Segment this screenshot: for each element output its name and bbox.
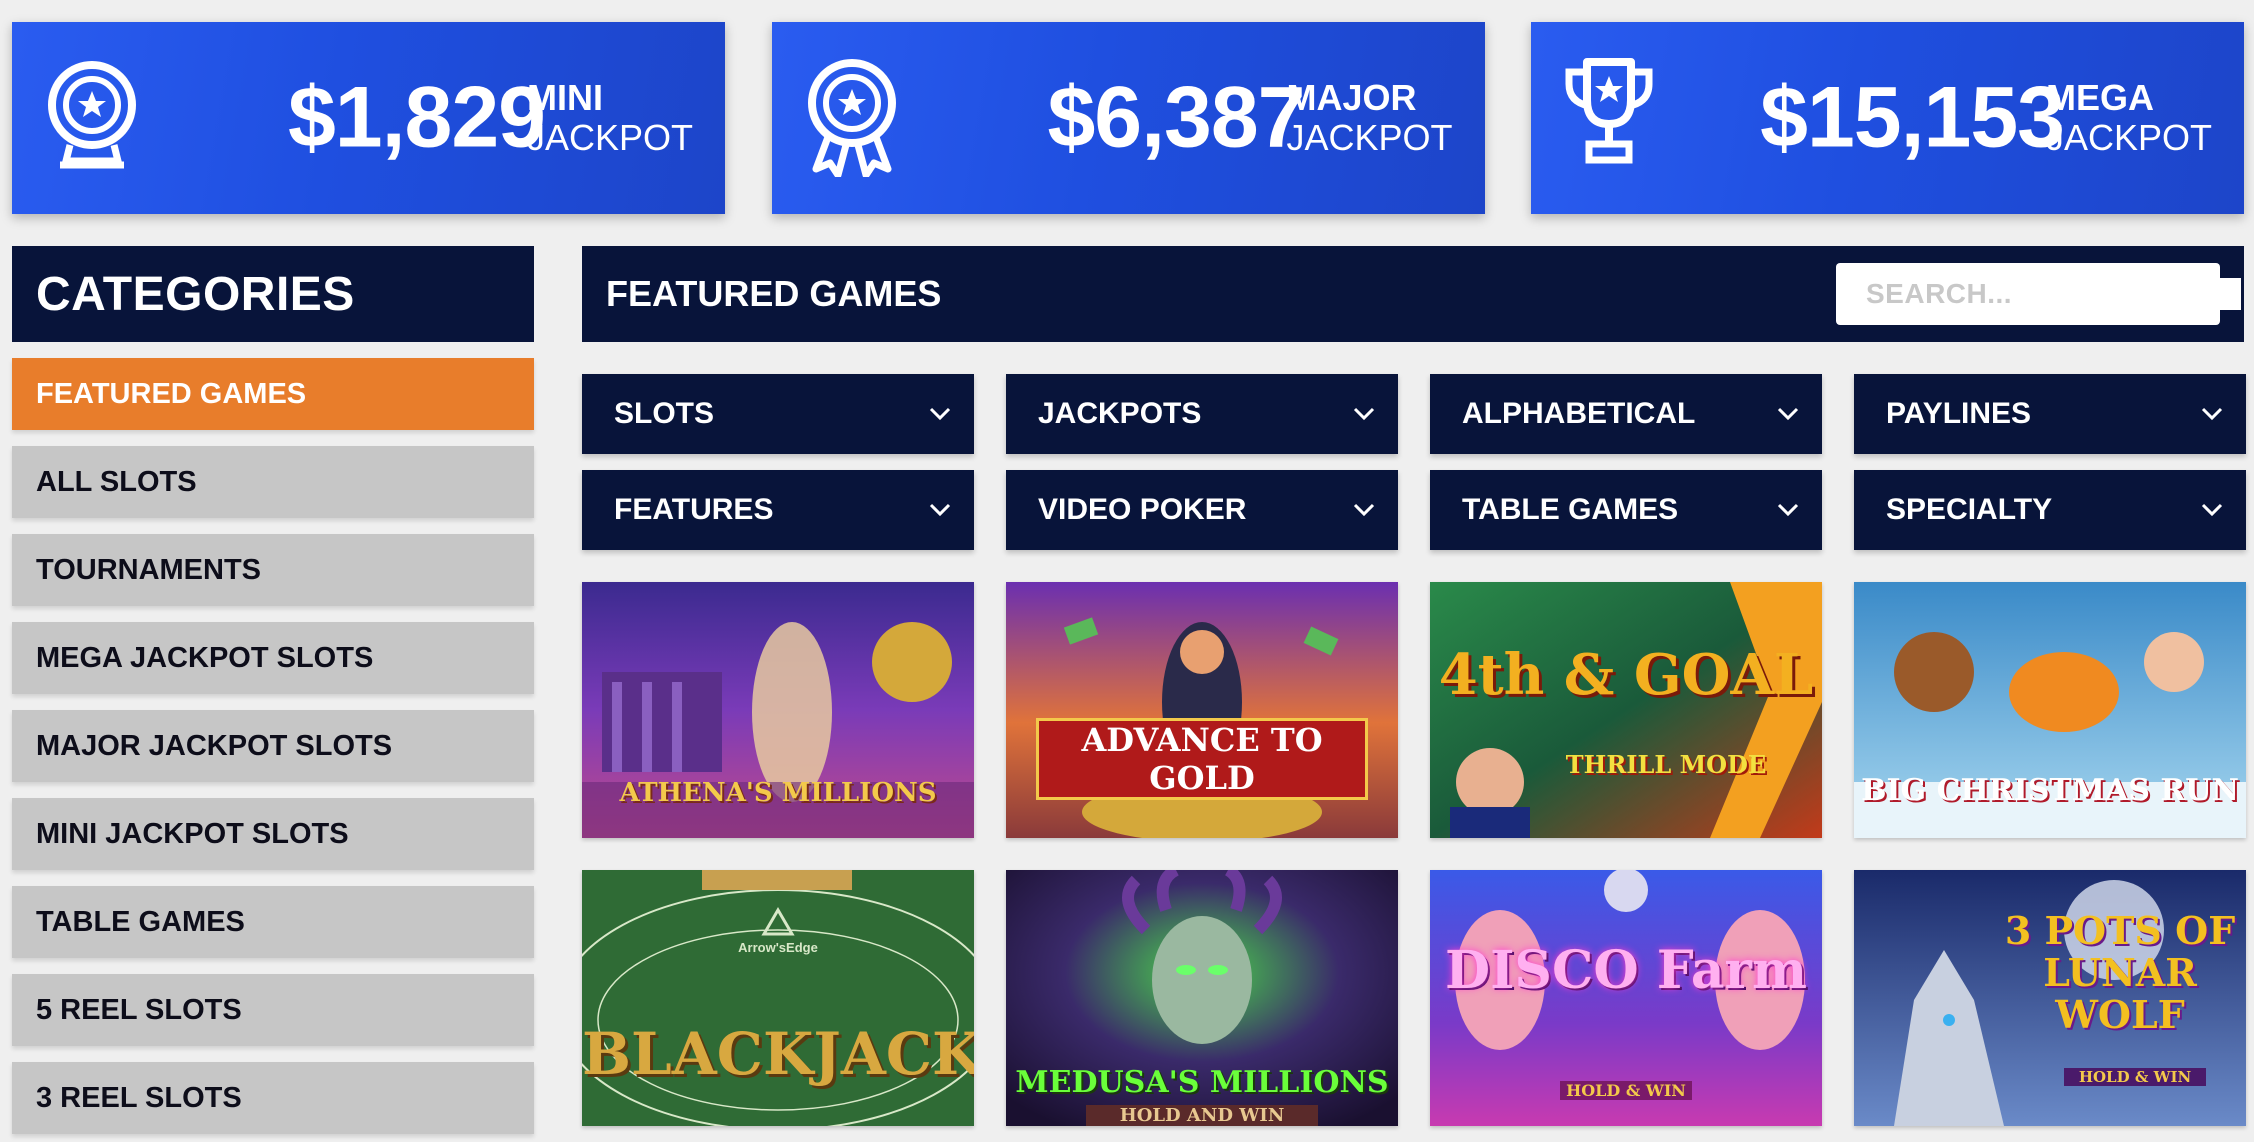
major-jackpot-label: MAJOR JACKPOT xyxy=(1286,78,1452,158)
game-tile-4th-and-goal[interactable]: 4th & GOAL THRILL MODE xyxy=(1430,582,1822,838)
chevron-down-icon xyxy=(1777,503,1799,517)
filter-label: SLOTS xyxy=(614,397,715,430)
filter-jackpots[interactable]: JACKPOTS xyxy=(1006,374,1398,454)
category-tournaments[interactable]: TOURNAMENTS xyxy=(12,534,534,606)
game-title: MEDUSA'S MILLIONS xyxy=(1015,1065,1389,1100)
mini-jackpot-label: MINI JACKPOT xyxy=(527,78,693,158)
category-featured-games[interactable]: FEATURED GAMES xyxy=(12,358,534,430)
filter-label: SPECIALTY xyxy=(1886,493,2053,526)
jackpot-banners: $1,829 MINI JACKPOT $6,387 MAJOR JACKPOT xyxy=(12,22,2244,214)
globe-star-icon xyxy=(48,61,136,169)
categories-title: CATEGORIES xyxy=(12,246,534,342)
game-subtitle: HOLD & WIN xyxy=(1560,1081,1692,1100)
category-table-games[interactable]: TABLE GAMES xyxy=(12,886,534,958)
filter-alphabetical[interactable]: ALPHABETICAL xyxy=(1430,374,1822,454)
game-tile-blackjack[interactable]: Arrow'sEdge BLACKJACK xyxy=(582,870,974,1126)
game-tile-disco-farm[interactable]: DISCO Farm HOLD & WIN xyxy=(1430,870,1822,1126)
search-box[interactable] xyxy=(1836,263,2241,325)
game-subtitle: HOLD & WIN xyxy=(2064,1068,2206,1086)
game-subtitle: THRILL MODE xyxy=(1565,750,1767,779)
chevron-down-icon xyxy=(1777,407,1799,421)
category-3-reel-slots[interactable]: 3 REEL SLOTS xyxy=(12,1062,534,1134)
filter-label: JACKPOTS xyxy=(1038,397,1202,430)
category-all-slots[interactable]: ALL SLOTS xyxy=(12,446,534,518)
game-thumbnail xyxy=(1430,582,1822,838)
filter-features[interactable]: FEATURES xyxy=(582,470,974,550)
game-title: DISCO Farm xyxy=(1445,940,1807,1001)
game-tile-medusas-millions[interactable]: MEDUSA'S MILLIONS HOLD AND WIN xyxy=(1006,870,1398,1126)
game-title: BLACKJACK xyxy=(582,1020,974,1088)
game-title: 4th & GOAL xyxy=(1438,642,1814,708)
main-content: FEATURED GAMES SLOTS JACKPOTS ALPHABETIC… xyxy=(582,246,2246,1126)
game-tile-athenas-millions[interactable]: ATHENA'S MILLIONS xyxy=(582,582,974,838)
filter-label: TABLE GAMES xyxy=(1462,493,1679,526)
chevron-down-icon xyxy=(2201,503,2223,517)
jackpot-word: JACKPOT xyxy=(2045,117,2212,158)
category-mini-jackpot-slots[interactable]: MINI JACKPOT SLOTS xyxy=(12,798,534,870)
ribbon-medal-icon xyxy=(807,59,896,177)
search-input[interactable] xyxy=(1866,278,2241,310)
filter-video-poker[interactable]: VIDEO POKER xyxy=(1006,470,1398,550)
chevron-down-icon xyxy=(929,503,951,517)
casino-lobby: $1,829 MINI JACKPOT $6,387 MAJOR JACKPOT xyxy=(0,0,2254,1142)
filter-dropdowns: SLOTS JACKPOTS ALPHABETICAL PAYLINES FEA… xyxy=(582,374,2246,550)
filter-label: VIDEO POKER xyxy=(1038,493,1247,526)
game-subtitle: Arrow'sEdge xyxy=(738,940,818,955)
major-jackpot-amount: $6,387 xyxy=(1047,69,1305,166)
filter-specialty[interactable]: SPECIALTY xyxy=(1854,470,2246,550)
trophy-icon xyxy=(1565,58,1653,164)
jackpot-tier: MEGA xyxy=(2045,77,2154,118)
game-subtitle: HOLD AND WIN xyxy=(1086,1105,1318,1126)
games-grid: ATHENA'S MILLIONS ADVANCE TO GOLD 4th & … xyxy=(582,582,2246,1126)
mini-jackpot-banner[interactable]: $1,829 MINI JACKPOT xyxy=(12,22,725,214)
game-title: 3 POTS OF LUNAR WOLF xyxy=(2004,908,2236,1037)
game-title: ATHENA'S MILLIONS xyxy=(619,778,937,808)
filter-label: FEATURES xyxy=(614,493,774,526)
jackpot-tier: MINI xyxy=(526,77,603,118)
chevron-down-icon xyxy=(2201,407,2223,421)
category-major-jackpot-slots[interactable]: MAJOR JACKPOT SLOTS xyxy=(12,710,534,782)
major-jackpot-banner[interactable]: $6,387 MAJOR JACKPOT xyxy=(771,22,1485,214)
mini-jackpot-amount: $1,829 xyxy=(287,69,546,166)
jackpot-tier: MAJOR xyxy=(1286,77,1417,118)
filter-label: PAYLINES xyxy=(1886,397,2032,430)
filter-paylines[interactable]: PAYLINES xyxy=(1854,374,2246,454)
game-title: ADVANCE TO GOLD xyxy=(1036,718,1368,800)
mega-jackpot-label: MEGA JACKPOT xyxy=(2046,78,2212,158)
filter-slots[interactable]: SLOTS xyxy=(582,374,974,454)
game-tile-big-christmas-run[interactable]: BIG CHRISTMAS RUN xyxy=(1854,582,2246,838)
jackpot-word: JACKPOT xyxy=(1286,117,1453,158)
mega-jackpot-amount: $15,153 xyxy=(1760,69,2065,166)
categories-list: FEATURED GAMES ALL SLOTS TOURNAMENTS MEG… xyxy=(12,358,534,1134)
filter-label: ALPHABETICAL xyxy=(1462,397,1696,430)
chevron-down-icon xyxy=(929,407,951,421)
main-header: FEATURED GAMES xyxy=(582,246,2244,342)
mega-jackpot-banner[interactable]: $15,153 MEGA JACKPOT xyxy=(1531,22,2244,214)
jackpot-word: JACKPOT xyxy=(526,117,693,158)
chevron-down-icon xyxy=(1353,407,1375,421)
filter-table-games[interactable]: TABLE GAMES xyxy=(1430,470,1822,550)
game-title: BIG CHRISTMAS RUN xyxy=(1861,773,2239,808)
category-5-reel-slots[interactable]: 5 REEL SLOTS xyxy=(12,974,534,1046)
game-tile-advance-to-gold[interactable]: ADVANCE TO GOLD xyxy=(1006,582,1398,838)
chevron-down-icon xyxy=(1353,503,1375,517)
game-tile-3-pots-of-lunar-wolf[interactable]: 3 POTS OF LUNAR WOLF HOLD & WIN xyxy=(1854,870,2246,1126)
page-title: FEATURED GAMES xyxy=(606,273,942,314)
category-mega-jackpot-slots[interactable]: MEGA JACKPOT SLOTS xyxy=(12,622,534,694)
categories-sidebar: CATEGORIES FEATURED GAMES ALL SLOTS TOUR… xyxy=(12,246,534,1142)
